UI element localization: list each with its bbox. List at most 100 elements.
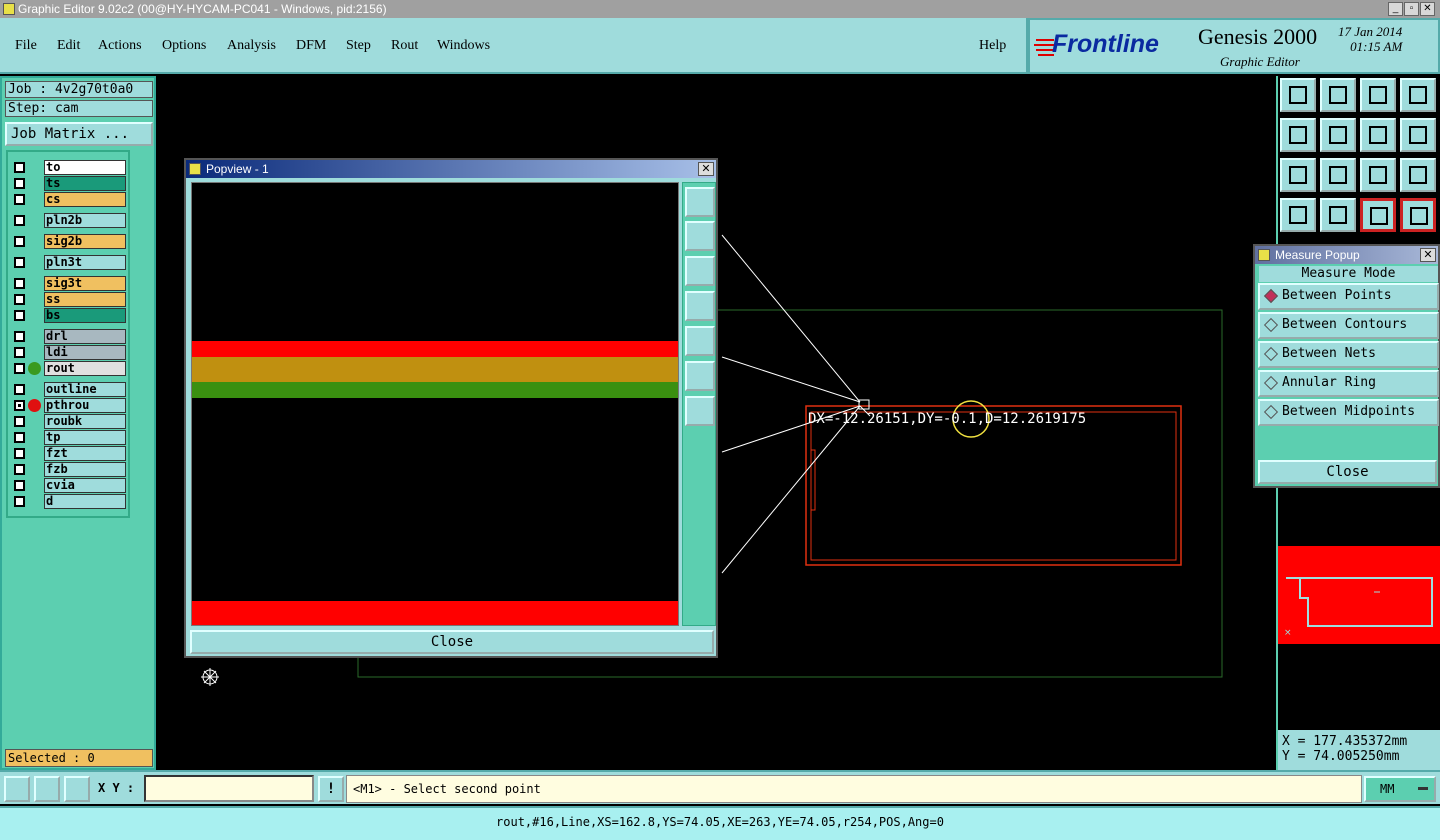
job-matrix-button[interactable]: Job Matrix ... bbox=[5, 122, 153, 146]
layer-row-ss[interactable]: ss bbox=[10, 292, 126, 307]
layer-checkbox[interactable] bbox=[14, 464, 25, 475]
layer-checkbox[interactable] bbox=[14, 331, 25, 342]
popview-pan-up-icon[interactable] bbox=[685, 221, 715, 251]
layer-name[interactable]: pln3t bbox=[44, 255, 126, 270]
menu-edit[interactable]: Edit bbox=[57, 38, 80, 54]
settings-icon[interactable] bbox=[1280, 198, 1316, 232]
layer-checkbox[interactable] bbox=[14, 215, 25, 226]
menu-actions[interactable]: Actions bbox=[98, 38, 142, 54]
layer-row-ts[interactable]: ts bbox=[10, 176, 126, 191]
layer-name[interactable]: fzb bbox=[44, 462, 126, 477]
alert-icon[interactable]: ! bbox=[318, 776, 344, 802]
layer-view-1-icon[interactable] bbox=[1360, 198, 1396, 232]
layer-name[interactable]: pln2b bbox=[44, 213, 126, 228]
layer-checkbox[interactable] bbox=[14, 162, 25, 173]
menu-rout[interactable]: Rout bbox=[391, 38, 418, 54]
layer-name[interactable]: cs bbox=[44, 192, 126, 207]
pan-down-icon[interactable] bbox=[1320, 78, 1356, 112]
pan-right-icon[interactable] bbox=[1320, 118, 1356, 152]
layer-name[interactable]: ts bbox=[44, 176, 126, 191]
grid-icon[interactable] bbox=[64, 776, 90, 802]
layer-checkbox[interactable] bbox=[14, 236, 25, 247]
layer-name[interactable]: drl bbox=[44, 329, 126, 344]
layer-row-fzb[interactable]: fzb bbox=[10, 462, 126, 477]
popview-pan-down-icon[interactable] bbox=[685, 256, 715, 286]
layer-row-to[interactable]: to bbox=[10, 160, 126, 175]
layer-row-ldi[interactable]: ldi bbox=[10, 345, 126, 360]
layer-checkbox[interactable] bbox=[14, 496, 25, 507]
layer-row-rout[interactable]: rout bbox=[10, 361, 126, 376]
single-layer-icon[interactable] bbox=[1320, 198, 1356, 232]
layer-row-sig3t[interactable]: sig3t bbox=[10, 276, 126, 291]
popview-close-button[interactable]: Close bbox=[190, 630, 714, 654]
maximize-button[interactable]: ▫ bbox=[1404, 2, 1419, 16]
option-between-points[interactable]: Between Points bbox=[1258, 283, 1439, 310]
xy-input[interactable] bbox=[144, 775, 314, 802]
menu-help[interactable]: Help bbox=[979, 38, 1006, 54]
measure-titlebar[interactable]: Measure Popup ✕ bbox=[1255, 246, 1438, 264]
layer-name[interactable]: d bbox=[44, 494, 126, 509]
layer-name[interactable]: bs bbox=[44, 308, 126, 323]
minimize-button[interactable]: _ bbox=[1388, 2, 1403, 16]
layer-row-outline[interactable]: outline bbox=[10, 382, 126, 397]
popview-canvas[interactable] bbox=[191, 182, 679, 626]
layer-checkbox[interactable] bbox=[14, 347, 25, 358]
close-window-button[interactable]: ✕ bbox=[1420, 2, 1435, 16]
layer-checkbox[interactable] bbox=[14, 278, 25, 289]
menu-windows[interactable]: Windows bbox=[437, 38, 490, 54]
zoom-center-icon[interactable] bbox=[1320, 158, 1356, 192]
zoom-fit-icon[interactable] bbox=[1280, 158, 1316, 192]
help-icon[interactable] bbox=[1400, 158, 1436, 192]
layer-view-2-icon[interactable] bbox=[1400, 198, 1436, 232]
layer-row-roubk[interactable]: roubk bbox=[10, 414, 126, 429]
layer-row-tp[interactable]: tp bbox=[10, 430, 126, 445]
measure-tool-icon[interactable] bbox=[34, 776, 60, 802]
layer-name[interactable]: to bbox=[44, 160, 126, 175]
popview-titlebar[interactable]: Popview - 1 ✕ bbox=[186, 160, 716, 178]
menu-file[interactable]: File bbox=[15, 38, 37, 54]
snap-icon[interactable] bbox=[4, 776, 30, 802]
layer-checkbox[interactable] bbox=[14, 363, 25, 374]
layer-name[interactable]: fzt bbox=[44, 446, 126, 461]
popview-pan-right-icon[interactable] bbox=[685, 326, 715, 356]
layer-name[interactable]: rout bbox=[44, 361, 126, 376]
option-between-midpoints[interactable]: Between Midpoints bbox=[1258, 399, 1439, 426]
layer-checkbox[interactable] bbox=[14, 480, 25, 491]
layer-checkbox[interactable] bbox=[14, 384, 25, 395]
layer-row-pthrou[interactable]: pthrou bbox=[10, 398, 126, 413]
layer-checkbox[interactable] bbox=[14, 432, 25, 443]
option-annular-ring[interactable]: Annular Ring bbox=[1258, 370, 1439, 397]
layer-row-drl[interactable]: drl bbox=[10, 329, 126, 344]
layer-checkbox[interactable] bbox=[14, 400, 25, 411]
measure-close-button[interactable]: Close bbox=[1258, 460, 1437, 484]
measure-close-icon[interactable]: ✕ bbox=[1420, 248, 1436, 262]
layer-name[interactable]: outline bbox=[44, 382, 126, 397]
popview-pan-left-icon[interactable] bbox=[685, 291, 715, 321]
fit-window-icon[interactable] bbox=[1400, 78, 1436, 112]
layer-checkbox[interactable] bbox=[14, 416, 25, 427]
layer-row-pln3t[interactable]: pln3t bbox=[10, 255, 126, 270]
layer-row-d[interactable]: d bbox=[10, 494, 126, 509]
layer-checkbox[interactable] bbox=[14, 178, 25, 189]
layer-row-cs[interactable]: cs bbox=[10, 192, 126, 207]
option-between-nets[interactable]: Between Nets bbox=[1258, 341, 1439, 368]
layer-name[interactable]: cvia bbox=[44, 478, 126, 493]
layer-name[interactable]: ss bbox=[44, 292, 126, 307]
layer-row-sig2b[interactable]: sig2b bbox=[10, 234, 126, 249]
layer-row-pln2b[interactable]: pln2b bbox=[10, 213, 126, 228]
minimap[interactable]: × bbox=[1278, 546, 1440, 644]
popview-zoom-icon[interactable] bbox=[685, 187, 715, 217]
scale-1-2-icon[interactable] bbox=[1360, 158, 1396, 192]
units-select[interactable]: MM bbox=[1364, 776, 1436, 802]
menu-analysis[interactable]: Analysis bbox=[227, 38, 276, 54]
popview-close-icon[interactable]: ✕ bbox=[698, 162, 714, 176]
layer-row-bs[interactable]: bs bbox=[10, 308, 126, 323]
pan-left-icon[interactable] bbox=[1280, 118, 1316, 152]
layer-checkbox[interactable] bbox=[14, 310, 25, 321]
layer-checkbox[interactable] bbox=[14, 194, 25, 205]
redo-view-icon[interactable] bbox=[1400, 118, 1436, 152]
popview-zoom-in-icon[interactable] bbox=[685, 361, 715, 391]
layer-name[interactable]: tp bbox=[44, 430, 126, 445]
popview-zoom-out-icon[interactable] bbox=[685, 396, 715, 426]
layer-name[interactable]: roubk bbox=[44, 414, 126, 429]
